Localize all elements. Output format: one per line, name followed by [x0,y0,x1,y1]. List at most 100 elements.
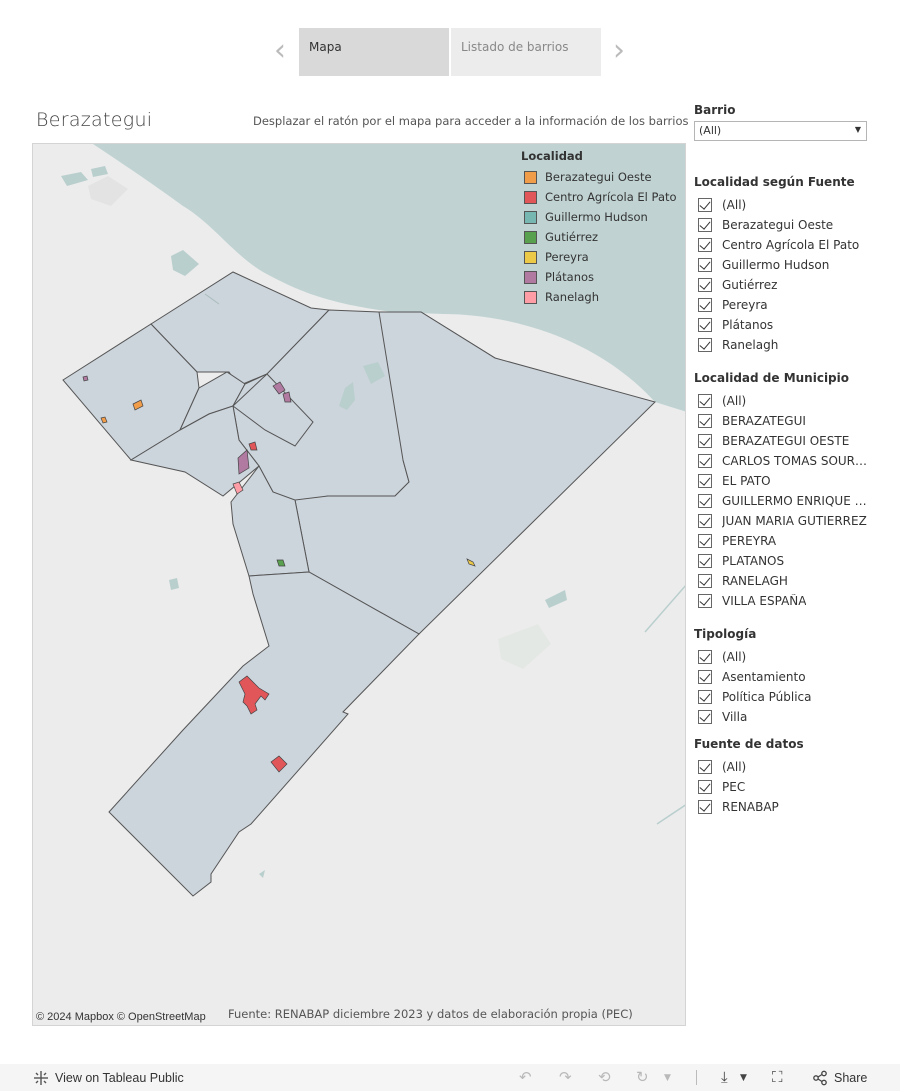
checkbox-checked-icon[interactable] [698,514,712,528]
filter-option[interactable]: GUILLERMO ENRIQUE H... [694,491,869,511]
legend-item[interactable]: Pereyra [521,247,677,267]
checkbox-checked-icon[interactable] [698,594,712,608]
filter-option[interactable]: Villa [694,707,869,727]
checkbox-checked-icon[interactable] [698,670,712,684]
filter-option[interactable]: Política Pública [694,687,869,707]
map-source-note: Fuente: RENABAP diciembre 2023 y datos d… [228,1007,633,1021]
filter-group-label: Localidad según Fuente [694,175,855,189]
legend-item[interactable]: Guillermo Hudson [521,207,677,227]
chevron-down-icon[interactable]: ▼ [664,1073,671,1083]
water-patch [545,590,567,608]
checkbox-checked-icon[interactable] [698,710,712,724]
legend-item[interactable]: Ranelagh [521,287,677,307]
water-patch [656,804,685,825]
checkbox-checked-icon[interactable] [698,394,712,408]
filter-option[interactable]: (All) [694,195,869,215]
filter-option[interactable]: Guillermo Hudson [694,255,869,275]
chevron-down-icon: ▼ [854,125,861,134]
filter-option[interactable]: Ranelagh [694,335,869,355]
filter-option-label: BERAZATEGUI OESTE [722,434,850,448]
view-on-tableau-label: View on Tableau Public [55,1071,184,1085]
checkbox-checked-icon[interactable] [698,198,712,212]
filter-option[interactable]: EL PATO [694,471,869,491]
legend-item[interactable]: Berazategui Oeste [521,167,677,187]
checkbox-checked-icon[interactable] [698,534,712,548]
refresh-icon[interactable]: ↻ [636,1068,649,1086]
filter-option[interactable]: RANELAGH [694,571,869,591]
legend-item[interactable]: Gutiérrez [521,227,677,247]
filter-option[interactable]: Centro Agrícola El Pato [694,235,869,255]
checkbox-checked-icon[interactable] [698,298,712,312]
checkbox-checked-icon[interactable] [698,690,712,704]
legend-swatch [524,230,537,244]
checkbox-checked-icon[interactable] [698,258,712,272]
filter-option[interactable]: (All) [694,647,869,667]
map-view[interactable]: Localidad Berazategui Oeste Centro Agríco… [32,143,686,1026]
revert-icon[interactable]: ⟲ [598,1068,611,1086]
toolbar-divider [696,1070,697,1085]
tableau-logo-icon [34,1071,48,1085]
filter-option[interactable]: PEC [694,777,869,797]
filter-option[interactable]: Berazategui Oeste [694,215,869,235]
checkbox-checked-icon[interactable] [698,238,712,252]
legend-label: Ranelagh [545,290,599,304]
next-story-icon[interactable]: › [607,36,631,70]
legend-item[interactable]: Plátanos [521,267,677,287]
checkbox-checked-icon[interactable] [698,574,712,588]
checkbox-checked-icon[interactable] [698,650,712,664]
filter-option[interactable]: Pereyra [694,295,869,315]
legend-label: Plátanos [545,270,595,284]
previous-story-icon[interactable]: ‹ [268,36,292,70]
filter-option[interactable]: BERAZATEGUI [694,411,869,431]
legend-label: Berazategui Oeste [545,170,652,184]
legend-item[interactable]: Centro Agrícola El Pato [521,187,677,207]
filter-option[interactable]: PLATANOS [694,551,869,571]
story-tab-mapa[interactable]: Mapa [299,28,449,76]
filter-option[interactable]: Plátanos [694,315,869,335]
redo-icon[interactable]: ↷ [559,1068,572,1086]
water-patch [259,870,265,878]
chevron-down-icon[interactable]: ▼ [740,1073,747,1083]
filter-option[interactable]: (All) [694,757,869,777]
filter-option-label: Plátanos [722,318,774,332]
filter-option-label: Villa [722,710,748,724]
checkbox-checked-icon[interactable] [698,414,712,428]
filter-option-label: Asentamiento [722,670,806,684]
checkbox-checked-icon[interactable] [698,474,712,488]
filter-option[interactable]: (All) [694,391,869,411]
undo-icon[interactable]: ↶ [519,1068,532,1086]
checkbox-checked-icon[interactable] [698,554,712,568]
fullscreen-icon[interactable]: ⛶ [772,1068,783,1086]
filter-option[interactable]: BERAZATEGUI OESTE [694,431,869,451]
legend-label: Pereyra [545,250,589,264]
filter-option-label: Ranelagh [722,338,779,352]
legend-label: Gutiérrez [545,230,599,244]
water-patch [61,172,88,186]
filter-option[interactable]: VILLA ESPAÑA [694,591,869,611]
map-attribution[interactable]: © 2024 Mapbox © OpenStreetMap [36,1011,206,1023]
district-el-pato [108,571,420,897]
filter-group: Fuente de datos (All) PEC RENABAP [694,737,874,817]
checkbox-checked-icon[interactable] [698,780,712,794]
checkbox-checked-icon[interactable] [698,760,712,774]
checkbox-checked-icon[interactable] [698,318,712,332]
barrio-dropdown[interactable]: (All) ▼ [694,121,867,141]
filter-option[interactable]: CARLOS TOMAS SOURIG... [694,451,869,471]
checkbox-checked-icon[interactable] [698,800,712,814]
view-on-tableau-link[interactable]: View on Tableau Public [33,1070,184,1086]
filter-option[interactable]: Gutiérrez [694,275,869,295]
share-button[interactable]: Share [812,1070,867,1086]
filter-option[interactable]: PEREYRA [694,531,869,551]
checkbox-checked-icon[interactable] [698,338,712,352]
checkbox-checked-icon[interactable] [698,454,712,468]
checkbox-checked-icon[interactable] [698,278,712,292]
filter-option[interactable]: Asentamiento [694,667,869,687]
checkbox-checked-icon[interactable] [698,494,712,508]
filter-option[interactable]: JUAN MARIA GUTIERREZ [694,511,869,531]
download-icon[interactable]: ⤓ [721,1068,728,1086]
filter-option-label: (All) [722,650,747,664]
story-tab-listado[interactable]: Listado de barrios [451,28,601,76]
checkbox-checked-icon[interactable] [698,434,712,448]
checkbox-checked-icon[interactable] [698,218,712,232]
filter-option[interactable]: RENABAP [694,797,869,817]
